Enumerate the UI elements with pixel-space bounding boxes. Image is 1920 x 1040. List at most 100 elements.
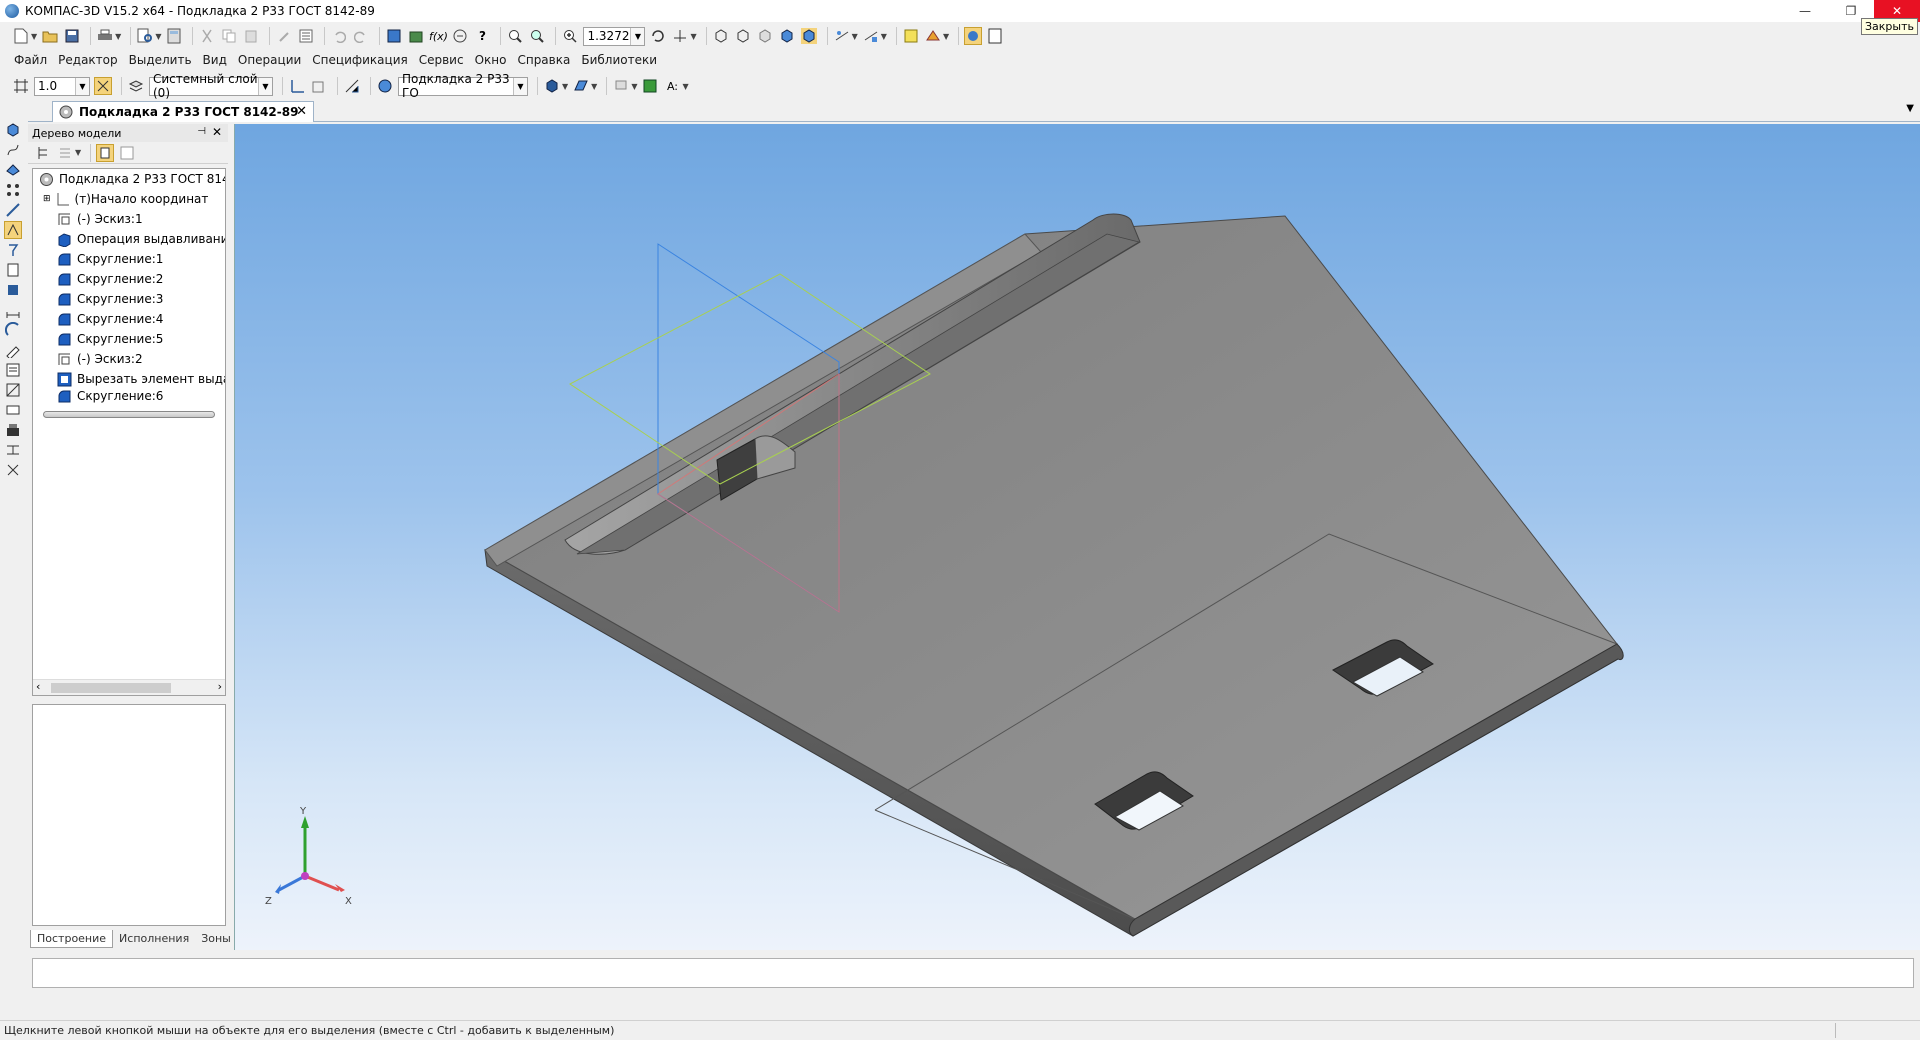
reports-icon[interactable]: [5, 382, 21, 398]
variables-icon[interactable]: f(x): [429, 27, 448, 45]
print-icon[interactable]: [96, 27, 114, 45]
rotate-icon[interactable]: [649, 27, 667, 45]
model-view[interactable]: Y X Z: [235, 124, 1920, 950]
chevron-down-icon[interactable]: ▼: [630, 27, 645, 45]
orientation-icon[interactable]: [671, 27, 689, 45]
display-settings-icon[interactable]: [986, 27, 1004, 45]
scroll-thumb[interactable]: [51, 683, 171, 693]
material-icon[interactable]: [902, 27, 920, 45]
tree-item[interactable]: Скругление:5: [33, 329, 225, 349]
halftone-icon[interactable]: [778, 27, 796, 45]
diagnostics-icon[interactable]: [5, 242, 21, 258]
tab-executions[interactable]: Исполнения: [113, 930, 195, 947]
display-dropdown-icon[interactable]: ▼: [631, 82, 637, 91]
color-dropdown-icon[interactable]: ▼: [943, 32, 949, 41]
step-combo[interactable]: 1.0 ▼: [34, 76, 90, 96]
calculator-icon[interactable]: [165, 27, 183, 45]
display-icon[interactable]: [612, 77, 630, 95]
assembly-icon[interactable]: [5, 422, 21, 438]
measure-icon[interactable]: [451, 27, 469, 45]
rebuild-icon[interactable]: [641, 77, 659, 95]
tree-split-icon[interactable]: [118, 144, 136, 162]
filter-icon[interactable]: [862, 27, 880, 45]
constraints-icon[interactable]: [5, 442, 21, 458]
text-dropdown-icon[interactable]: ▼: [682, 82, 688, 91]
copy-icon[interactable]: [220, 27, 238, 45]
menu-service[interactable]: Сервис: [419, 53, 464, 67]
spatial-curves-icon[interactable]: [5, 142, 21, 158]
halftone-edges-icon[interactable]: [800, 27, 818, 45]
menu-help[interactable]: Справка: [517, 53, 570, 67]
menu-libraries[interactable]: Библиотеки: [581, 53, 657, 67]
tree-item[interactable]: Скругление:1: [33, 249, 225, 269]
tree-item[interactable]: Скругление:6: [33, 389, 225, 403]
preview-dropdown-icon[interactable]: ▼: [155, 32, 161, 41]
rail-pad-part[interactable]: [483, 213, 1624, 937]
arrays-icon[interactable]: [5, 182, 21, 198]
part-icon[interactable]: [376, 77, 394, 95]
tree-filter-dropdown-icon[interactable]: ▼: [75, 148, 81, 157]
text-icon[interactable]: A:: [663, 77, 681, 95]
specification-icon[interactable]: [5, 362, 21, 378]
tree-item[interactable]: (-) Эскиз:1: [33, 209, 225, 229]
view-orientation-dropdown-icon[interactable]: ▼: [562, 82, 568, 91]
libraries-icon[interactable]: [407, 27, 425, 45]
local-snap-icon[interactable]: [94, 77, 112, 95]
menu-file[interactable]: Файл: [14, 53, 47, 67]
tab-zones[interactable]: Зоны: [195, 930, 237, 947]
help-icon[interactable]: ?: [473, 27, 491, 45]
sheet-metal-icon[interactable]: [5, 262, 21, 278]
grid-icon[interactable]: [12, 77, 30, 95]
zoom-icon[interactable]: [561, 27, 579, 45]
layer-icon[interactable]: [127, 77, 145, 95]
tree-item[interactable]: ⊞ (т)Начало координат: [33, 189, 225, 209]
coordinate-system-icon[interactable]: [288, 77, 306, 95]
dimensions-icon[interactable]: [5, 302, 21, 318]
paste-icon[interactable]: [242, 27, 260, 45]
expand-icon[interactable]: ⊞: [43, 194, 51, 204]
tree-horizontal-scrollbar[interactable]: ‹ ›: [33, 679, 225, 695]
part-combo[interactable]: Подкладка 2 Р33 ГО ▼: [398, 72, 528, 100]
chevron-down-icon[interactable]: ▼: [75, 77, 89, 95]
new-dropdown-icon[interactable]: ▼: [31, 32, 37, 41]
zoom-scale-combo[interactable]: 1.3272 ▼: [583, 26, 646, 46]
edit-part-icon[interactable]: [5, 122, 21, 138]
chevron-down-icon[interactable]: ▼: [258, 77, 272, 95]
properties-icon[interactable]: [297, 27, 315, 45]
surfaces-icon[interactable]: [5, 162, 21, 178]
redo-icon[interactable]: [352, 27, 370, 45]
routing-icon[interactable]: [5, 402, 21, 418]
scroll-right-icon[interactable]: ›: [218, 680, 222, 693]
section-icon[interactable]: [833, 27, 851, 45]
tab-construction[interactable]: Построение: [30, 930, 114, 948]
orient-icon[interactable]: [310, 77, 328, 95]
tree-structure-icon[interactable]: [34, 144, 52, 162]
tree-item[interactable]: (-) Эскиз:2: [33, 349, 225, 369]
layer-combo[interactable]: Системный слой (0) ▼: [149, 72, 273, 100]
plane-icon[interactable]: [343, 77, 361, 95]
preview-icon[interactable]: [136, 27, 154, 45]
tree-root[interactable]: Подкладка 2 Р33 ГОСТ 8142-89: [33, 169, 225, 189]
tree-inline-scrollbar[interactable]: [43, 411, 215, 418]
elements-icon[interactable]: [5, 282, 21, 298]
color-icon[interactable]: [924, 27, 942, 45]
command-input[interactable]: [32, 958, 1914, 988]
format-painter-icon[interactable]: [275, 27, 293, 45]
menu-specification[interactable]: Спецификация: [312, 53, 407, 67]
selection-icon[interactable]: [5, 462, 21, 478]
hidden-lines-icon[interactable]: [734, 27, 752, 45]
auxiliary-geometry-icon[interactable]: [5, 202, 21, 218]
print-dropdown-icon[interactable]: ▼: [115, 32, 121, 41]
minimize-button[interactable]: —: [1782, 0, 1828, 22]
wireframe-icon[interactable]: [712, 27, 730, 45]
3d-viewport[interactable]: Y X Z: [234, 124, 1920, 950]
tree-item[interactable]: Вырезать элемент выдавливания:1: [33, 369, 225, 389]
open-file-icon[interactable]: [41, 27, 59, 45]
section-dropdown-icon[interactable]: ▼: [852, 32, 858, 41]
zoom-all-icon[interactable]: [528, 27, 546, 45]
tab-close-icon[interactable]: ✕: [296, 104, 307, 119]
new-file-icon[interactable]: [12, 27, 30, 45]
pin-icon[interactable]: ⊣: [197, 126, 206, 137]
tabs-menu-icon[interactable]: ▼: [1906, 103, 1914, 114]
menu-select[interactable]: Выделить: [129, 53, 192, 67]
